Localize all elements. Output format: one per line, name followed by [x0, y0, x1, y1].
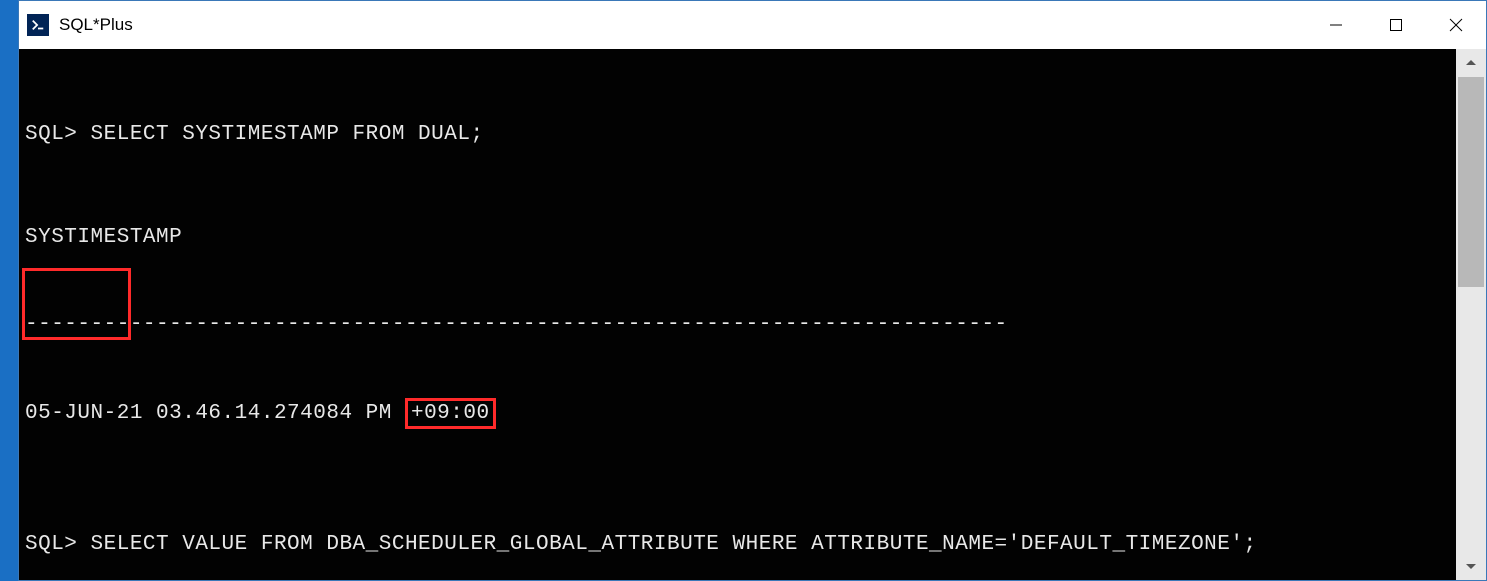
- maximize-button[interactable]: [1366, 1, 1426, 49]
- scroll-up-button[interactable]: [1456, 49, 1486, 77]
- terminal-output[interactable]: SQL> SELECT SYSTIMESTAMP FROM DUAL; SYST…: [19, 49, 1456, 580]
- title-bar[interactable]: SQL*Plus: [19, 1, 1486, 49]
- client-area: SQL> SELECT SYSTIMESTAMP FROM DUAL; SYST…: [19, 49, 1486, 580]
- separator-line: ----------------------------------------…: [19, 310, 1456, 339]
- column-header: SYSTIMESTAMP: [19, 223, 1456, 252]
- highlight-timezone-offset: +09:00: [405, 398, 496, 429]
- result-row: 05-JUN-21 03.46.14.274084 PM +09:00: [19, 398, 1456, 427]
- scroll-down-button[interactable]: [1456, 552, 1486, 580]
- app-icon: [27, 14, 49, 36]
- scrollbar-track[interactable]: [1456, 77, 1486, 552]
- sqlplus-window: SQL*Plus SQL> SELECT SYSTIMESTAMP FROM D…: [18, 0, 1487, 581]
- query-line: SQL> SELECT VALUE FROM DBA_SCHEDULER_GLO…: [19, 530, 1456, 559]
- window-controls: [1306, 1, 1486, 49]
- window-title: SQL*Plus: [59, 15, 1306, 35]
- close-button[interactable]: [1426, 1, 1486, 49]
- result-text: 05-JUN-21 03.46.14.274084 PM: [25, 402, 405, 425]
- scrollbar-thumb[interactable]: [1458, 77, 1484, 287]
- minimize-button[interactable]: [1306, 1, 1366, 49]
- query-line: SQL> SELECT SYSTIMESTAMP FROM DUAL;: [19, 120, 1456, 149]
- vertical-scrollbar[interactable]: [1456, 49, 1486, 580]
